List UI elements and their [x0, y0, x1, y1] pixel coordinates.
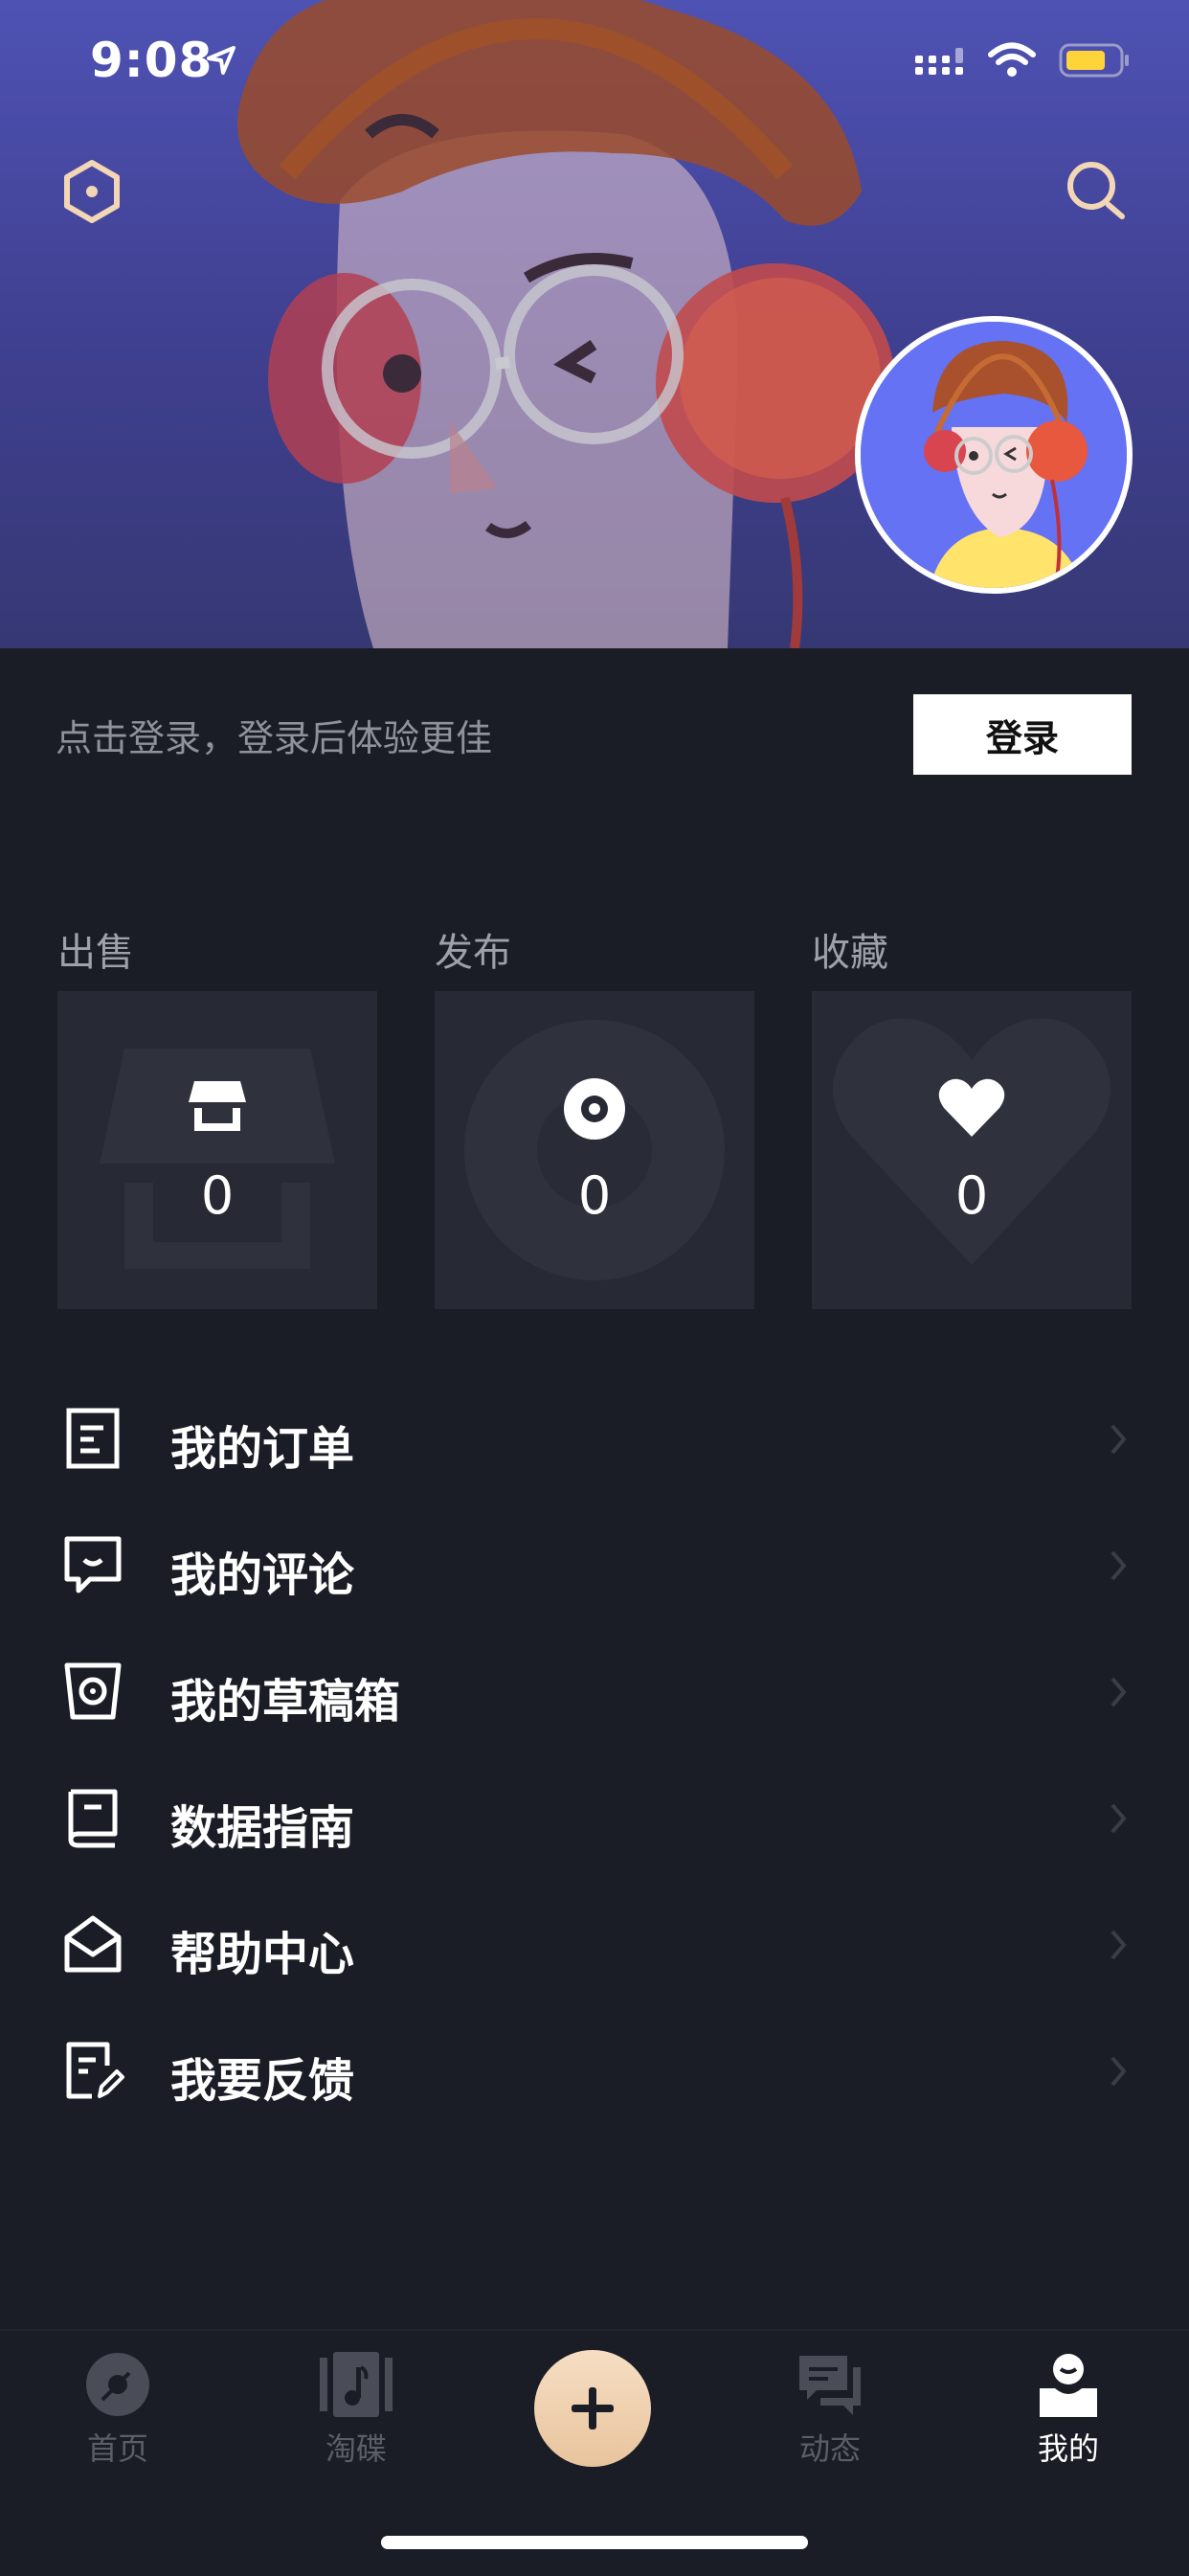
chevron-right-icon — [1110, 1550, 1127, 1581]
mail-open-icon — [64, 1915, 122, 1973]
tab-label-feed: 动态 — [798, 2430, 861, 2467]
status-time: 9:08 — [90, 33, 213, 88]
stat-card-favorite[interactable]: 0 — [812, 991, 1132, 1309]
vinyl-icon — [86, 2353, 149, 2416]
feedback-icon — [66, 2042, 124, 2099]
comment-icon — [64, 1536, 122, 1593]
chevron-right-icon — [1110, 1424, 1127, 1455]
heart-watermark-icon — [833, 1018, 1110, 1265]
record-watermark-icon — [464, 1020, 725, 1280]
location-arrow-icon — [207, 46, 236, 75]
settings-hexagon-icon[interactable] — [57, 157, 126, 226]
profile-header-banner: 9:08 — [0, 0, 1189, 648]
menu-item-orders[interactable]: 我的订单 — [0, 1376, 1189, 1503]
plus-icon — [572, 2387, 614, 2429]
menu-label-comments: 我的评论 — [170, 1548, 355, 1602]
stat-card-publish[interactable]: 0 — [435, 991, 754, 1309]
stat-count-favorite: 0 — [954, 1165, 989, 1226]
search-icon[interactable] — [1063, 157, 1132, 226]
chevron-right-icon — [1110, 1803, 1127, 1834]
music-note-icon — [320, 2352, 393, 2417]
menu-item-help[interactable]: 帮助中心 — [0, 1882, 1189, 2008]
stat-label-favorite: 收藏 — [812, 931, 888, 975]
tab-label-records: 淘碟 — [325, 2430, 387, 2467]
tab-label-home: 首页 — [86, 2430, 148, 2467]
stat-card-sell[interactable]: 0 — [57, 991, 377, 1309]
menu-item-data-guide[interactable]: 数据指南 — [0, 1755, 1189, 1882]
wifi-icon — [988, 42, 1036, 77]
user-icon — [1040, 2354, 1097, 2417]
chevron-right-icon — [1110, 1930, 1127, 1960]
stat-label-publish: 发布 — [435, 931, 511, 975]
stat-count-publish: 0 — [577, 1165, 612, 1226]
menu-label-feedback: 我要反馈 — [170, 2054, 355, 2108]
menu-item-drafts[interactable]: 我的草稿箱 — [0, 1629, 1189, 1755]
record-icon — [564, 1078, 625, 1140]
add-post-button[interactable] — [534, 2350, 651, 2467]
menu-label-drafts: 我的草稿箱 — [170, 1675, 401, 1729]
menu-label-help: 帮助中心 — [170, 1928, 355, 1981]
store-icon — [189, 1081, 246, 1131]
tab-home[interactable]: 首页 — [41, 2350, 194, 2469]
tab-feed[interactable]: 动态 — [753, 2350, 907, 2469]
status-indicators — [913, 42, 1132, 79]
chevron-right-icon — [1110, 2056, 1127, 2087]
store-watermark-icon — [100, 1049, 335, 1269]
avatar[interactable] — [855, 316, 1133, 594]
tab-label-mine: 我的 — [1037, 2430, 1099, 2467]
home-indicator — [381, 2536, 808, 2549]
menu-item-comments[interactable]: 我的评论 — [0, 1503, 1189, 1629]
chat-icon — [799, 2356, 861, 2415]
book-icon — [68, 1789, 118, 1848]
login-button[interactable]: 登录 — [913, 694, 1132, 775]
menu-label-orders: 我的订单 — [170, 1422, 355, 1476]
order-icon — [66, 1408, 120, 1469]
draft-icon — [64, 1662, 122, 1720]
menu-item-feedback[interactable]: 我要反馈 — [0, 2008, 1189, 2135]
login-hint-text[interactable]: 点击登录，登录后体验更佳 — [56, 709, 492, 761]
heart-icon — [938, 1078, 1005, 1137]
battery-icon — [1059, 43, 1129, 78]
stat-label-sell: 出售 — [57, 931, 134, 975]
stat-count-sell: 0 — [200, 1165, 235, 1226]
chevron-right-icon — [1110, 1677, 1127, 1707]
avatar-illustration — [861, 322, 1127, 588]
cellular-signal-icon — [915, 48, 963, 75]
tab-mine[interactable]: 我的 — [992, 2350, 1145, 2469]
menu-label-data-guide: 数据指南 — [170, 1801, 355, 1855]
tab-records[interactable]: 淘碟 — [280, 2350, 433, 2469]
